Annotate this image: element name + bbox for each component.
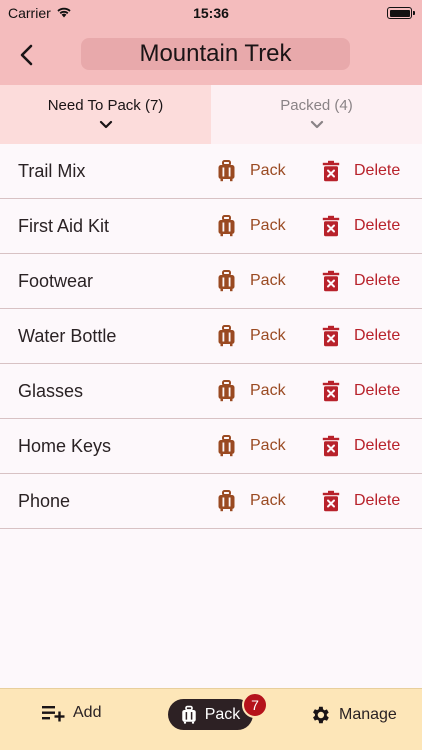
- list-item: Home Keys Pack Delete: [0, 419, 422, 474]
- status-bar: Carrier 15:36: [0, 0, 422, 26]
- item-name: Footwear: [18, 270, 94, 291]
- pack-tab-label: Pack: [204, 705, 241, 723]
- trash-icon: [322, 215, 340, 237]
- delete-button[interactable]: Delete: [322, 380, 400, 402]
- trash-icon: [322, 160, 340, 182]
- item-name: Water Bottle: [18, 325, 117, 346]
- back-button[interactable]: [14, 40, 38, 70]
- bottom-toolbar: Add Pack 7 Manage: [0, 688, 422, 750]
- item-list: Trail Mix Pack Delete First Aid Kit Pack…: [0, 144, 422, 529]
- gear-icon: [313, 706, 329, 724]
- pack-button[interactable]: Pack: [217, 380, 286, 402]
- pack-tab-button[interactable]: Pack: [168, 699, 253, 730]
- tab-packed-label: Packed (4): [280, 97, 353, 114]
- suitcase-icon: [218, 490, 235, 512]
- delete-button[interactable]: Delete: [322, 270, 400, 292]
- carrier-label: Carrier: [8, 5, 51, 21]
- add-list-icon: [42, 706, 65, 722]
- add-button[interactable]: Add: [41, 704, 101, 722]
- header: Mountain Trek: [0, 26, 422, 85]
- pack-button[interactable]: Pack: [217, 325, 286, 347]
- pack-button[interactable]: Pack: [217, 215, 286, 237]
- suitcase-icon: [218, 215, 235, 237]
- trash-icon: [322, 380, 340, 402]
- pack-label: Pack: [250, 217, 286, 234]
- pack-label: Pack: [250, 492, 286, 509]
- delete-button[interactable]: Delete: [322, 325, 400, 347]
- list-item: Footwear Pack Delete: [0, 254, 422, 309]
- pack-button[interactable]: Pack: [217, 160, 286, 182]
- list-item: Trail Mix Pack Delete: [0, 144, 422, 199]
- pack-button[interactable]: Pack: [217, 435, 286, 457]
- delete-button[interactable]: Delete: [322, 490, 400, 512]
- wifi-icon: [56, 5, 72, 21]
- tab-packed[interactable]: Packed (4): [211, 85, 422, 144]
- delete-button[interactable]: Delete: [322, 435, 400, 457]
- delete-label: Delete: [354, 327, 401, 344]
- chevron-down-icon: [310, 120, 323, 129]
- list-item: Glasses Pack Delete: [0, 364, 422, 419]
- tab-bar: Need To Pack (7) Packed (4): [0, 85, 422, 144]
- suitcase-icon: [218, 160, 235, 182]
- suitcase-icon: [218, 325, 235, 347]
- pack-label: Pack: [250, 162, 286, 179]
- suitcase-icon: [218, 435, 235, 457]
- pack-label: Pack: [250, 437, 286, 454]
- delete-label: Delete: [354, 272, 401, 289]
- page-title[interactable]: Mountain Trek: [81, 38, 350, 70]
- status-time: 15:36: [193, 5, 229, 21]
- battery-icon: [387, 7, 415, 19]
- delete-label: Delete: [354, 492, 401, 509]
- delete-button[interactable]: Delete: [322, 215, 400, 237]
- delete-label: Delete: [354, 217, 401, 234]
- suitcase-icon: [181, 705, 196, 724]
- delete-label: Delete: [354, 382, 401, 399]
- trash-icon: [322, 435, 340, 457]
- manage-button[interactable]: Manage: [309, 704, 397, 726]
- chevron-down-icon: [99, 120, 112, 129]
- delete-button[interactable]: Delete: [322, 160, 400, 182]
- list-item: First Aid Kit Pack Delete: [0, 199, 422, 254]
- list-item: Phone Pack Delete: [0, 474, 422, 529]
- pack-label: Pack: [250, 272, 286, 289]
- item-name: First Aid Kit: [18, 215, 110, 236]
- delete-label: Delete: [354, 437, 401, 454]
- item-name: Trail Mix: [18, 160, 86, 181]
- trash-icon: [322, 490, 340, 512]
- page-title-text: Mountain Trek: [139, 40, 292, 67]
- suitcase-icon: [218, 380, 235, 402]
- item-name: Glasses: [18, 380, 84, 401]
- list-item: Water Bottle Pack Delete: [0, 309, 422, 364]
- pack-button[interactable]: Pack: [217, 490, 286, 512]
- pack-button[interactable]: Pack: [217, 270, 286, 292]
- pack-label: Pack: [250, 382, 286, 399]
- tab-need-to-pack[interactable]: Need To Pack (7): [0, 85, 211, 144]
- trash-icon: [322, 270, 340, 292]
- delete-label: Delete: [354, 162, 401, 179]
- status-left: Carrier: [8, 5, 72, 21]
- suitcase-icon: [218, 270, 235, 292]
- manage-label: Manage: [339, 706, 397, 723]
- trash-icon: [322, 325, 340, 347]
- add-label: Add: [73, 704, 102, 721]
- item-name: Phone: [18, 490, 71, 511]
- pack-count-badge: 7: [242, 692, 268, 718]
- pack-label: Pack: [250, 327, 286, 344]
- chevron-left-icon: [20, 44, 33, 66]
- tab-need-to-pack-label: Need To Pack (7): [47, 97, 164, 114]
- item-name: Home Keys: [18, 435, 112, 456]
